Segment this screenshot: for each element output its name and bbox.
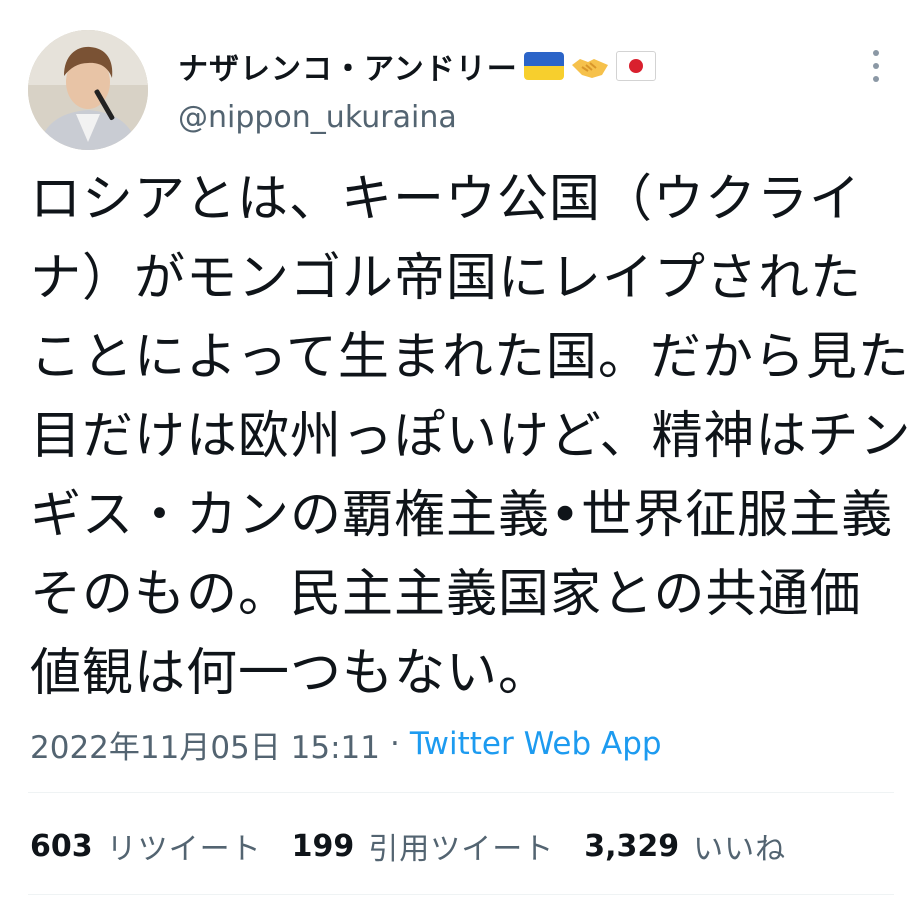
- handshake-icon: [570, 51, 610, 81]
- tweet-text-line: そのもの。民主主義国家との共通価: [30, 565, 862, 624]
- display-name[interactable]: ナザレンコ・アンドリー: [178, 44, 518, 88]
- retweet-count: 603: [30, 828, 93, 864]
- tweet-text-line: ことによって生まれた国。だから見た: [30, 328, 910, 387]
- timestamp[interactable]: 2022年11月05日 15:11: [30, 722, 380, 767]
- quote-label: 引用ツイート: [368, 832, 555, 867]
- like-label: いいね: [693, 832, 787, 867]
- name-row: ナザレンコ・アンドリー: [178, 44, 656, 88]
- avatar[interactable]: [28, 30, 148, 150]
- source-link[interactable]: Twitter Web App: [410, 726, 662, 762]
- tweet-text-line: 値観は何一つもない。: [30, 644, 551, 703]
- like-count: 3,329: [584, 828, 680, 864]
- divider: [28, 792, 894, 793]
- tweet-text-line: ロシアとは、キーウ公国（ウクライ: [30, 170, 861, 229]
- tweet-meta: 2022年11月05日 15:11 · Twitter Web App: [30, 718, 662, 770]
- tweet-text: ロシアとは、キーウ公国（ウクライ ナ）がモンゴル帝国にレイプされた ことによって…: [30, 160, 910, 713]
- retweets-stat[interactable]: 603 リツイート: [30, 824, 262, 868]
- tweet-card: ナザレンコ・アンドリー @nippon_ukuraina ロシアとは、キーウ公国…: [0, 0, 922, 898]
- likes-stat[interactable]: 3,329 いいね: [584, 824, 786, 868]
- divider: [28, 894, 894, 895]
- tweet-text-line: 目だけは欧州っぽいけど、精神はチン: [30, 407, 912, 466]
- japan-flag-icon: [615, 51, 656, 81]
- tweet-text-line: ナ）がモンゴル帝国にレイプされた: [30, 249, 863, 308]
- quote-count: 199: [291, 828, 355, 864]
- ukraine-flag-icon: [523, 52, 564, 80]
- avatar-photo: [28, 30, 148, 150]
- user-handle[interactable]: @nippon_ukuraina: [178, 100, 457, 135]
- engagement-stats: 603 リツイート 199 引用ツイート 3,329 いいね: [30, 818, 816, 874]
- quotes-stat[interactable]: 199 引用ツイート: [292, 824, 555, 868]
- tweet-text-line: ギス・カンの覇権主義•世界征服主義: [30, 486, 894, 545]
- retweet-label: リツイート: [106, 832, 262, 867]
- more-options-icon[interactable]: [866, 46, 886, 86]
- meta-separator: ·: [389, 726, 400, 762]
